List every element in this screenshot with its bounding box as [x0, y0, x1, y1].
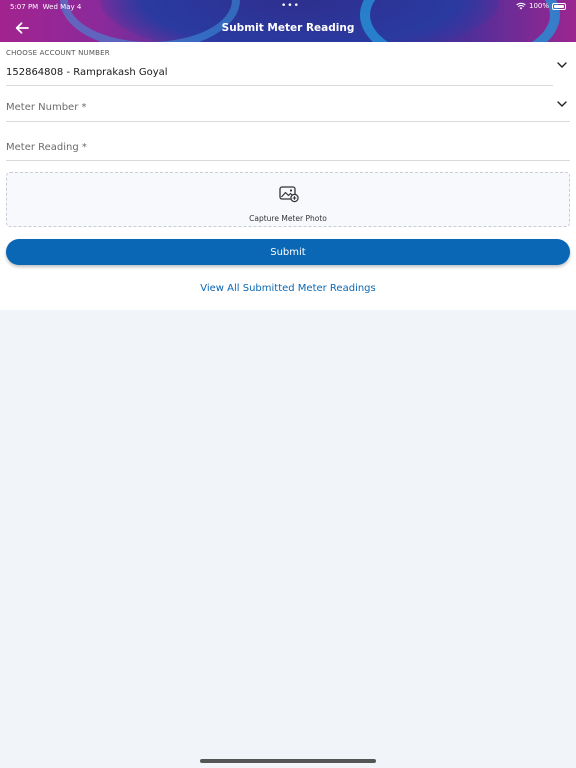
image-capture-icon — [279, 186, 299, 203]
meter-number-underline — [6, 121, 570, 122]
page-title: Submit Meter Reading — [221, 22, 355, 34]
status-bar: 5:07 PM Wed May 4 ••• 100% — [0, 0, 576, 14]
chevron-down-icon[interactable] — [556, 99, 568, 109]
wifi-icon — [516, 2, 526, 10]
battery-icon — [552, 2, 566, 10]
account-field-label: CHOOSE ACCOUNT NUMBER — [6, 49, 110, 57]
capture-photo-label: Capture Meter Photo — [249, 214, 327, 223]
meter-reading-underline — [6, 160, 570, 161]
multitasking-dots[interactable]: ••• — [281, 1, 300, 11]
home-indicator[interactable] — [200, 759, 376, 763]
status-right: 100% — [516, 2, 566, 10]
submit-button[interactable]: Submit — [6, 239, 570, 265]
status-time: 5:07 PM Wed May 4 — [10, 3, 81, 11]
meter-reading-input[interactable]: Meter Reading * — [6, 142, 87, 153]
account-field-underline — [6, 85, 553, 86]
status-time-text: 5:07 PM — [10, 3, 39, 11]
capture-photo-button[interactable]: Capture Meter Photo — [6, 172, 570, 227]
app-header: 5:07 PM Wed May 4 ••• 100% Submit Meter … — [0, 0, 576, 42]
meter-number-select[interactable]: Meter Number * — [6, 102, 87, 113]
chevron-down-icon[interactable] — [556, 60, 568, 70]
view-all-readings-link[interactable]: View All Submitted Meter Readings — [0, 283, 576, 294]
meter-reading-form: CHOOSE ACCOUNT NUMBER 152864808 - Rampra… — [0, 42, 576, 310]
battery-percent: 100% — [528, 2, 549, 10]
status-date-text: Wed May 4 — [42, 3, 82, 11]
account-select-value[interactable]: 152864808 - Ramprakash Goyal — [6, 67, 168, 78]
